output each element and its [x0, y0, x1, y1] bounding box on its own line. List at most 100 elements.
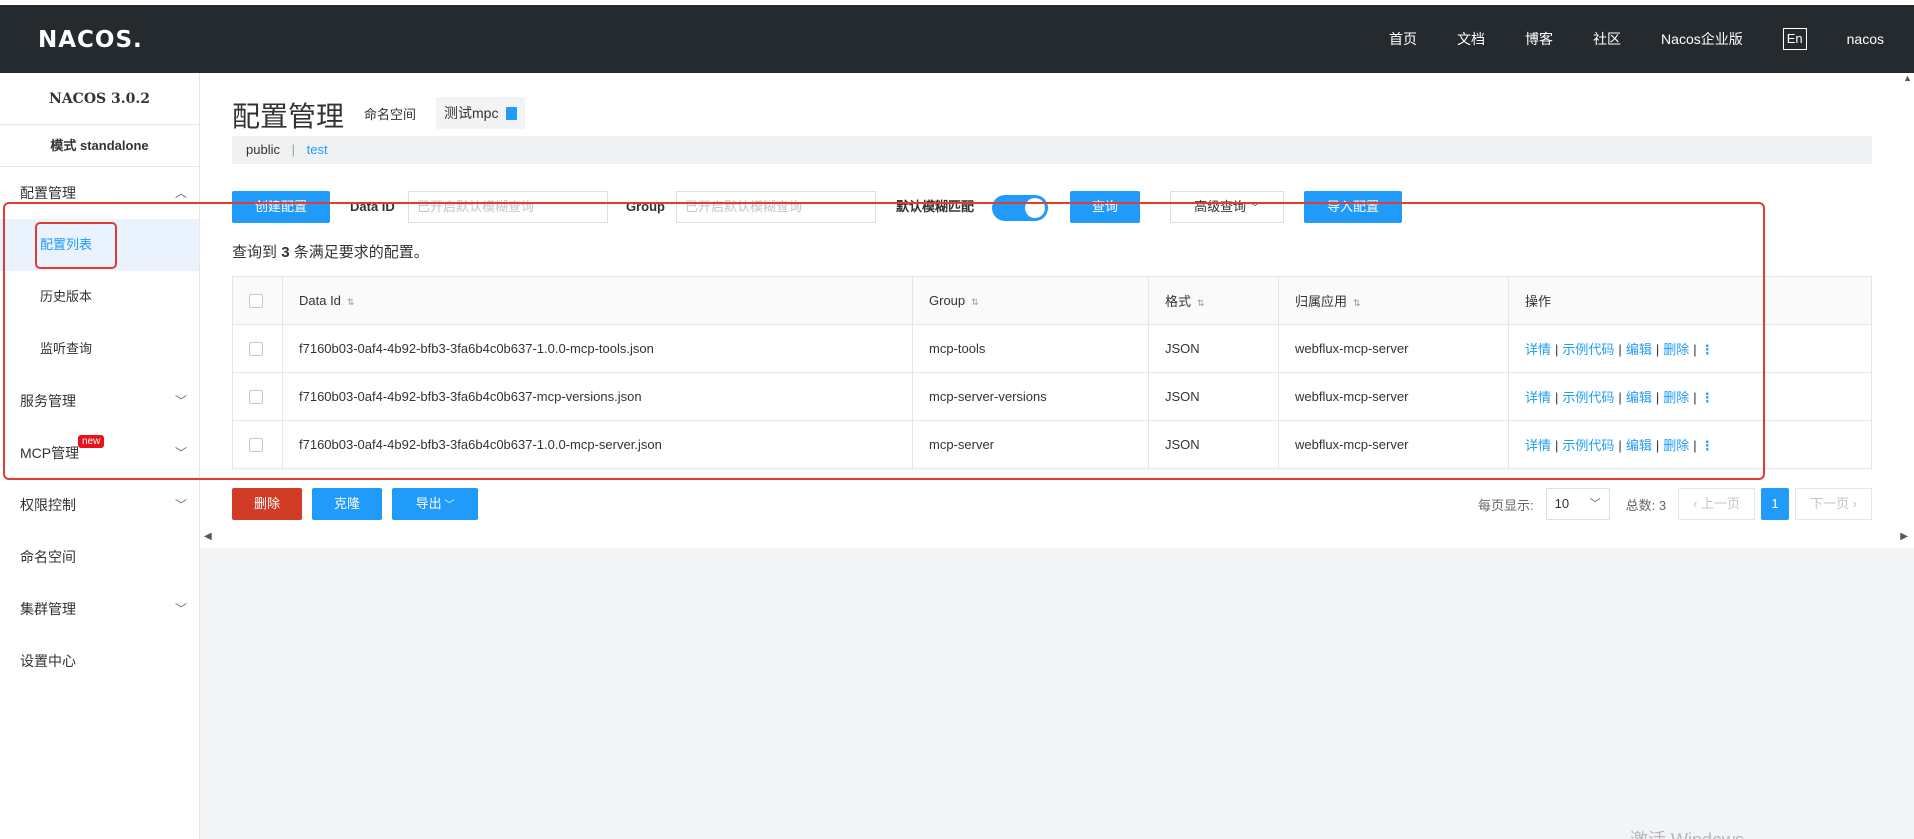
more-vertical-icon[interactable]: ⋮	[1701, 342, 1714, 358]
sidebar-item-config-list[interactable]: 配置列表	[0, 219, 199, 271]
prev-page-button[interactable]: ‹ 上一页	[1678, 488, 1756, 520]
chevron-down-icon: ﹀	[1249, 203, 1260, 214]
row-select-cell	[232, 420, 283, 469]
export-button[interactable]: 导出 ﹀	[392, 488, 478, 520]
batch-delete-button[interactable]: 删除	[232, 488, 302, 520]
copy-icon[interactable]	[506, 107, 518, 120]
detail-link[interactable]: 详情	[1525, 438, 1551, 453]
namespace-label: 命名空间	[364, 107, 417, 122]
next-page-button[interactable]: 下一页 ›	[1795, 488, 1872, 520]
dataid-label: Data ID	[350, 199, 395, 214]
select-all-checkbox[interactable]	[249, 294, 263, 309]
edit-link[interactable]: 编辑	[1626, 342, 1652, 357]
cell-app: webflux-mcp-server	[1278, 324, 1509, 373]
query-button[interactable]: 查询	[1070, 191, 1140, 223]
import-config-button[interactable]: 导入配置	[1304, 191, 1402, 223]
advanced-query-label: 高级查询	[1194, 199, 1247, 214]
nav-community[interactable]: 社区	[1593, 29, 1621, 49]
scroll-left-icon[interactable]: ◀	[204, 531, 212, 542]
cell-app: webflux-mcp-server	[1278, 420, 1509, 469]
cell-group: mcp-server	[912, 420, 1149, 469]
col-label: 操作	[1525, 294, 1552, 309]
export-label: 导出	[415, 496, 442, 511]
clone-button[interactable]: 克隆	[312, 488, 382, 520]
sort-icon[interactable]: ⇅	[1353, 298, 1361, 308]
sidebar-item-access-control[interactable]: 权限控制 ﹀	[0, 479, 199, 531]
user-menu[interactable]: nacos	[1847, 31, 1884, 47]
cell-group: mcp-tools	[912, 324, 1149, 373]
config-table: Data Id ⇅ Group ⇅ 格式 ⇅ 归属应用 ⇅ 操作 f7160b03-0a…	[232, 276, 1872, 469]
nav-enterprise[interactable]: Nacos企业版	[1661, 29, 1743, 49]
row-select-cell	[232, 324, 283, 373]
sidebar-item-history[interactable]: 历史版本	[0, 271, 199, 323]
chevron-down-icon: ﹀	[174, 446, 187, 460]
horizontal-scrollbar[interactable]: ◀ ▶	[200, 531, 1914, 545]
divider: |	[1693, 342, 1697, 357]
detail-link[interactable]: 详情	[1525, 342, 1551, 357]
col-group[interactable]: Group ⇅	[912, 276, 1149, 325]
sort-icon[interactable]: ⇅	[347, 297, 355, 307]
group-input[interactable]: 已开启默认模糊查询	[676, 191, 876, 223]
col-app[interactable]: 归属应用 ⇅	[1278, 276, 1509, 325]
page-size-select[interactable]: 10 ﹀	[1545, 488, 1610, 520]
sort-icon[interactable]: ⇅	[1197, 298, 1205, 308]
namespace-tab-test[interactable]: test	[307, 142, 328, 157]
delete-link[interactable]: 删除	[1663, 390, 1689, 405]
scroll-up-icon[interactable]: ▲	[1903, 73, 1912, 83]
nav-docs[interactable]: 文档	[1457, 29, 1485, 49]
row-checkbox[interactable]	[249, 438, 263, 453]
sidebar-item-cluster-management[interactable]: 集群管理 ﹀	[0, 583, 199, 635]
cell-dataid: f7160b03-0af4-4b92-bfb3-3fa6b4c0b637-1.0…	[282, 420, 913, 469]
nacos-logo[interactable]: NACOS.	[38, 27, 143, 53]
sidebar-item-config-management[interactable]: 配置管理 ︿	[0, 167, 199, 219]
more-vertical-icon[interactable]: ⋮	[1701, 438, 1714, 454]
col-dataid[interactable]: Data Id ⇅	[282, 276, 913, 325]
windows-activation-watermark: 激活 Windows	[1630, 826, 1744, 839]
row-checkbox[interactable]	[249, 390, 263, 405]
delete-link[interactable]: 删除	[1663, 342, 1689, 357]
sidebar-item-settings[interactable]: 设置中心	[0, 635, 199, 687]
toggle-knob	[1025, 198, 1045, 218]
sidebar-item-service-management[interactable]: 服务管理 ﹀	[0, 375, 199, 427]
create-config-button[interactable]: 创建配置	[232, 191, 330, 223]
col-label: Group	[929, 293, 966, 308]
row-checkbox[interactable]	[249, 342, 263, 357]
sample-code-link[interactable]: 示例代码	[1562, 342, 1614, 357]
nav-home[interactable]: 首页	[1389, 29, 1417, 49]
divider: |	[1555, 390, 1559, 405]
sidebar-item-label: 集群管理	[20, 601, 76, 617]
col-label: 归属应用	[1295, 294, 1348, 309]
dataid-input[interactable]: 已开启默认模糊查询	[408, 191, 608, 223]
sort-icon[interactable]: ⇅	[971, 297, 979, 307]
more-vertical-icon[interactable]: ⋮	[1701, 390, 1714, 406]
nav-blog[interactable]: 博客	[1525, 29, 1553, 49]
edit-link[interactable]: 编辑	[1626, 390, 1652, 405]
namespace-tab-public[interactable]: public	[246, 142, 280, 157]
divider: |	[1618, 438, 1622, 453]
fuzzy-match-toggle[interactable]	[992, 195, 1048, 221]
sidebar-item-namespace[interactable]: 命名空间	[0, 531, 199, 583]
advanced-query-button[interactable]: 高级查询 ﹀	[1170, 191, 1284, 223]
edit-link[interactable]: 编辑	[1626, 438, 1652, 453]
divider: |	[1693, 438, 1697, 453]
current-page[interactable]: 1	[1761, 488, 1790, 520]
detail-link[interactable]: 详情	[1525, 390, 1551, 405]
delete-link[interactable]: 删除	[1663, 438, 1689, 453]
result-suffix: 条满足要求的配置。	[293, 244, 429, 261]
sidebar-item-listener-query[interactable]: 监听查询	[0, 323, 199, 375]
sample-code-link[interactable]: 示例代码	[1562, 438, 1614, 453]
cell-group: mcp-server-versions	[912, 372, 1149, 421]
cell-dataid: f7160b03-0af4-4b92-bfb3-3fa6b4c0b637-mcp…	[282, 372, 913, 421]
sidebar-item-mcp-management[interactable]: MCP管理 new ﹀	[0, 427, 199, 479]
sidebar-item-label: 服务管理	[20, 393, 76, 409]
group-label: Group	[626, 199, 665, 214]
sidebar: NACOS 3.0.2 模式 standalone 配置管理 ︿ 配置列表 历史…	[0, 73, 200, 839]
col-format[interactable]: 格式 ⇅	[1148, 276, 1279, 325]
language-toggle[interactable]: En	[1782, 28, 1807, 50]
sample-code-link[interactable]: 示例代码	[1562, 390, 1614, 405]
table-row: f7160b03-0af4-4b92-bfb3-3fa6b4c0b637-mcp…	[232, 372, 1872, 421]
vertical-scrollbar[interactable]: ▲	[1902, 73, 1914, 839]
chevron-right-icon: ›	[1849, 496, 1857, 511]
col-actions: 操作	[1508, 276, 1872, 325]
page-size-value: 10	[1554, 496, 1570, 511]
